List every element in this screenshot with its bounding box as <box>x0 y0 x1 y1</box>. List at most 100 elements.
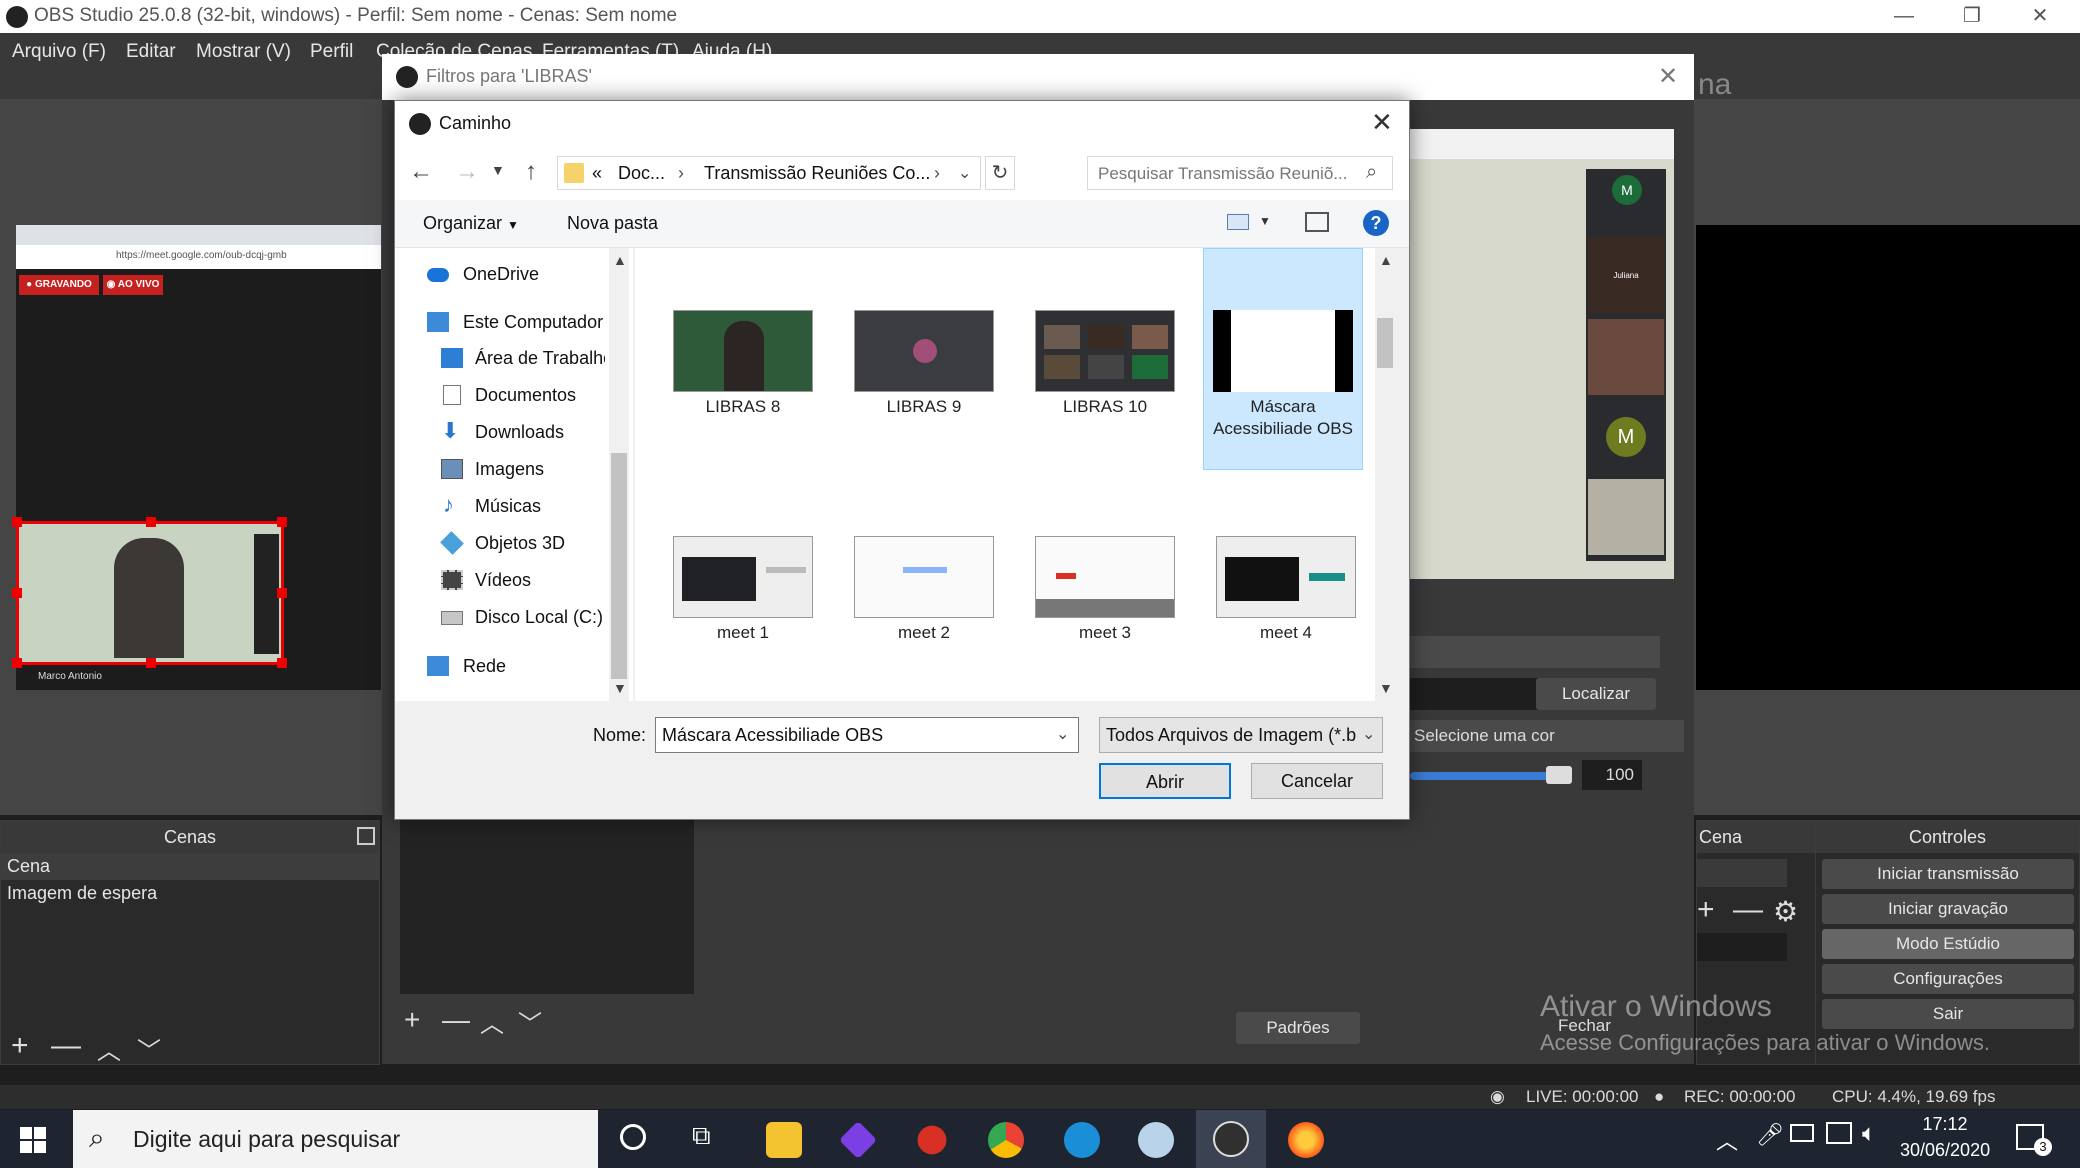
nav-rede[interactable]: Rede <box>395 650 605 684</box>
cortana-icon[interactable] <box>620 1124 646 1150</box>
minimize-button[interactable]: — <box>1870 0 1938 33</box>
notifications-icon[interactable]: 3 <box>2016 1124 2052 1156</box>
add-filter-icon[interactable]: + <box>404 1004 420 1036</box>
opacity-spinbox[interactable]: 100 <box>1582 760 1642 790</box>
file-type-select[interactable]: Todos Arquivos de Imagem (*.b ⌄ <box>1099 717 1383 753</box>
nav-scrollbar[interactable]: ▲ ▼ <box>609 248 629 701</box>
settings-button[interactable]: Configurações <box>1822 964 2074 994</box>
property-row-1[interactable] <box>1410 636 1660 668</box>
up-arrow-icon[interactable]: ↑ <box>525 158 537 186</box>
nav-musicas[interactable]: ♪ Músicas <box>395 490 605 524</box>
opacity-slider-track[interactable] <box>1410 772 1554 780</box>
chrome-icon[interactable] <box>988 1122 1024 1158</box>
menu-perfil[interactable]: Perfil <box>310 41 353 63</box>
scene-item[interactable]: Imagem de espera <box>1 880 379 907</box>
scene-item[interactable]: Cena <box>1 853 379 880</box>
path-dropdown-icon[interactable]: ⌄ <box>958 163 971 183</box>
filename-input[interactable]: Máscara Acessibiliade OBS ⌄ <box>655 717 1079 753</box>
obs-taskbar-item[interactable] <box>1196 1110 1266 1168</box>
filename-dropdown-icon[interactable]: ⌄ <box>1056 724 1069 744</box>
back-arrow-icon[interactable]: ← <box>409 158 433 186</box>
remove-scene-icon[interactable]: — <box>51 1029 81 1063</box>
view-dropdown-icon[interactable]: ▼ <box>1259 214 1271 228</box>
battery-icon[interactable] <box>1790 1124 1814 1142</box>
duration-field[interactable] <box>1697 933 1787 961</box>
nav-disco-local[interactable]: Disco Local (C:) <box>395 601 605 635</box>
file-tile[interactable]: meet 1 <box>673 536 813 644</box>
file-dialog-close-icon[interactable]: ✕ <box>1371 107 1393 138</box>
file-tile[interactable]: LIBRAS 10 <box>1035 310 1175 418</box>
file-tile[interactable]: meet 3 <box>1035 536 1175 644</box>
handle-mr[interactable] <box>277 588 287 598</box>
preview-canvas-right[interactable] <box>1696 225 2080 690</box>
paint-icon[interactable] <box>1138 1122 1174 1158</box>
edge-icon[interactable] <box>1064 1122 1100 1158</box>
file-tile[interactable]: meet 2 <box>854 536 994 644</box>
file-tile-selected[interactable]: Máscara Acessibiliade OBS <box>1213 310 1353 440</box>
nav-documentos[interactable]: Documentos <box>395 379 605 413</box>
preview-canvas-left[interactable]: https://meet.google.com/oub-dcqj-gmb ● G… <box>12 225 381 690</box>
nav-este-computador[interactable]: Este Computador <box>395 306 605 340</box>
remove-transition-icon[interactable]: — <box>1733 893 1763 927</box>
start-streaming-button[interactable]: Iniciar transmissão <box>1822 859 2074 889</box>
exit-button[interactable]: Sair <box>1822 999 2074 1029</box>
content-scrollbar[interactable]: ▲ ▼ <box>1375 248 1395 701</box>
file-tile[interactable]: LIBRAS 8 <box>673 310 813 418</box>
breadcrumb[interactable]: « Doc... › Transmissão Reuniões Co... › … <box>557 156 981 190</box>
add-scene-icon[interactable]: + <box>11 1029 29 1063</box>
handle-ml[interactable] <box>12 588 22 598</box>
start-button[interactable] <box>20 1127 46 1153</box>
maximize-button[interactable]: ❐ <box>1938 0 2006 33</box>
app-diamond-icon[interactable] <box>838 1120 878 1160</box>
search-box[interactable]: Pesquisar Transmissão Reuniõ... ⌕ <box>1087 156 1393 190</box>
nav-downloads[interactable]: ⬇ Downloads <box>395 416 605 450</box>
microphone-icon[interactable]: 🎤︎ <box>1756 1122 1784 1148</box>
menu-mostrar[interactable]: Mostrar (V) <box>196 41 291 63</box>
handle-tr[interactable] <box>277 517 287 527</box>
scene-up-icon[interactable]: ︿ <box>97 1031 121 1066</box>
clock-time[interactable]: 17:12 <box>1908 1114 1982 1135</box>
menu-editar[interactable]: Editar <box>126 41 176 63</box>
handle-bl[interactable] <box>12 658 22 668</box>
transition-select[interactable] <box>1697 859 1787 887</box>
cancel-button[interactable]: Cancelar <box>1251 763 1383 799</box>
new-folder-button[interactable]: Nova pasta <box>567 213 658 234</box>
help-icon[interactable]: ? <box>1363 210 1389 236</box>
move-up-icon[interactable]: ︿ <box>480 1004 504 1039</box>
nav-scroll-thumb[interactable] <box>611 453 627 679</box>
preview-pane-icon[interactable] <box>1305 212 1329 232</box>
content-scroll-thumb[interactable] <box>1377 318 1393 368</box>
handle-bm[interactable] <box>146 658 156 668</box>
file-explorer-icon[interactable] <box>766 1122 802 1158</box>
scroll-down-icon[interactable]: ▼ <box>1379 680 1393 696</box>
network-status-icon[interactable] <box>1826 1122 1852 1144</box>
color-field[interactable]: Selecione uma cor <box>1410 720 1684 752</box>
show-hidden-icons-icon[interactable]: ︿ <box>1716 1124 1738 1156</box>
handle-tl[interactable] <box>12 517 22 527</box>
open-button[interactable]: Abrir <box>1099 763 1231 799</box>
start-recording-button[interactable]: Iniciar gravação <box>1822 894 2074 924</box>
forward-arrow-icon[interactable]: → <box>455 158 479 186</box>
scene-down-icon[interactable]: ﹀ <box>137 1031 161 1066</box>
screen-recorder-icon[interactable] <box>917 1125 947 1155</box>
nav-onedrive[interactable]: OneDrive <box>395 258 605 292</box>
gear-icon[interactable]: ⚙ <box>1773 895 1798 928</box>
file-tile[interactable]: meet 4 <box>1216 536 1356 644</box>
handle-tm[interactable] <box>146 517 156 527</box>
scroll-up-icon[interactable]: ▲ <box>613 252 627 268</box>
scroll-up-icon[interactable]: ▲ <box>1379 252 1393 268</box>
nav-area-de-trabalho[interactable]: Área de Trabalho <box>395 342 605 376</box>
taskbar-search-box[interactable]: ⌕ Digite aqui para pesquisar <box>73 1110 598 1168</box>
refresh-icon[interactable]: ↻ <box>985 156 1015 190</box>
opacity-slider-handle[interactable] <box>1546 766 1572 784</box>
nav-objetos-3d[interactable]: Objetos 3D <box>395 527 605 561</box>
clock-date[interactable]: 30/06/2020 <box>1900 1140 1990 1161</box>
studio-mode-button[interactable]: Modo Estúdio <box>1822 929 2074 959</box>
view-options-icon[interactable] <box>1227 214 1249 230</box>
scroll-down-icon[interactable]: ▼ <box>613 680 627 696</box>
nav-videos[interactable]: Vídeos <box>395 564 605 598</box>
breadcrumb-documents[interactable]: Doc... <box>618 163 665 184</box>
volume-icon[interactable]: 🔈︎ <box>1862 1120 1876 1148</box>
close-window-button[interactable]: ✕ <box>2006 0 2074 33</box>
find-button[interactable]: Localizar <box>1536 678 1656 710</box>
